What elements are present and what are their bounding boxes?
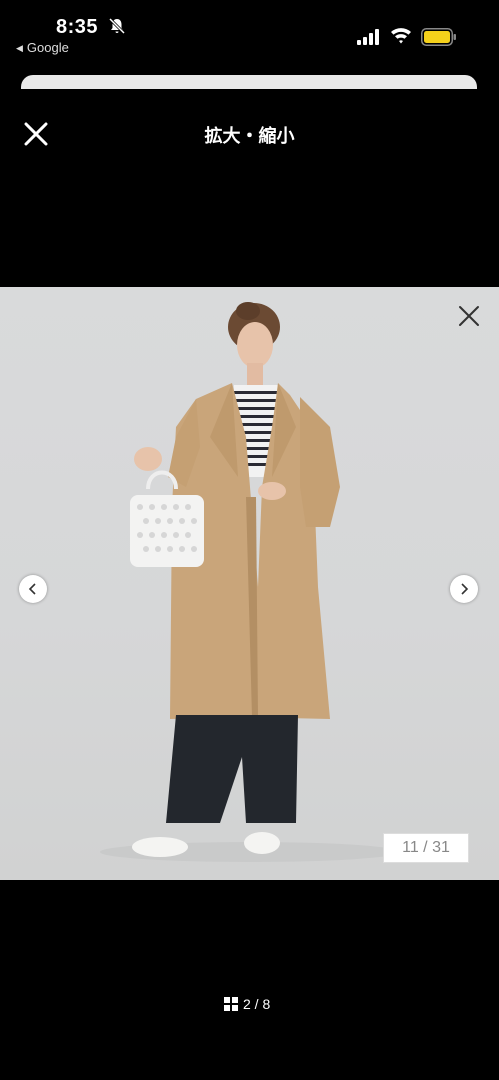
next-image-button[interactable]: [450, 575, 478, 603]
page-indicator[interactable]: 2 / 8: [224, 996, 270, 1012]
model-photo-illustration: [100, 302, 400, 862]
grid-icon: [224, 997, 238, 1011]
page-title: 拡大・縮小: [204, 126, 295, 146]
product-photo[interactable]: 11 / 31: [0, 287, 499, 880]
chevron-left-icon: [28, 583, 36, 595]
cellular-signal-icon: [357, 29, 379, 45]
previous-image-button[interactable]: [19, 575, 47, 603]
status-bar: 8:35 ◀ Google: [0, 0, 499, 62]
status-time: 8:35: [56, 16, 99, 38]
page-indicator-label: 2 / 8: [243, 996, 271, 1012]
back-app-label: Google: [26, 40, 69, 55]
back-triangle-icon: ◀: [16, 43, 23, 53]
image-counter: 11 / 31: [383, 833, 469, 863]
close-photo-icon[interactable]: [456, 303, 482, 329]
chevron-right-icon: [461, 583, 469, 595]
back-to-app-link[interactable]: ◀ Google: [16, 40, 69, 55]
wifi-icon: [391, 28, 411, 44]
battery-icon: [421, 28, 456, 46]
bell-muted-icon: [108, 17, 126, 35]
sheet-top-edge: [21, 75, 477, 89]
